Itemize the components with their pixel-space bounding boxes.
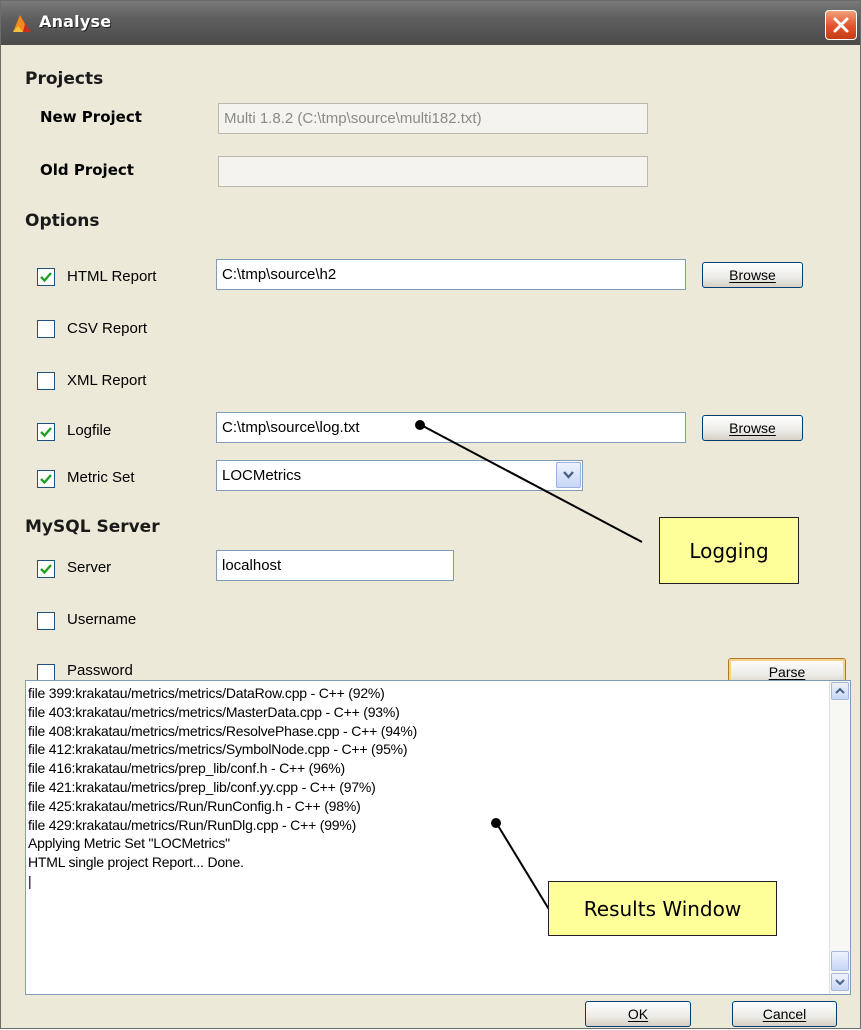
logging-pointer-line <box>420 424 643 543</box>
results-pointer-dot <box>491 818 501 828</box>
analyse-dialog: Analyse Projects New Project Multi 1.8.2… <box>0 0 861 1029</box>
logging-callout: Logging <box>659 517 799 584</box>
results-pointer-line <box>496 823 554 917</box>
annotation-pointers <box>415 420 643 917</box>
results-window-callout: Results Window <box>548 881 777 936</box>
logging-pointer-dot <box>415 420 425 430</box>
